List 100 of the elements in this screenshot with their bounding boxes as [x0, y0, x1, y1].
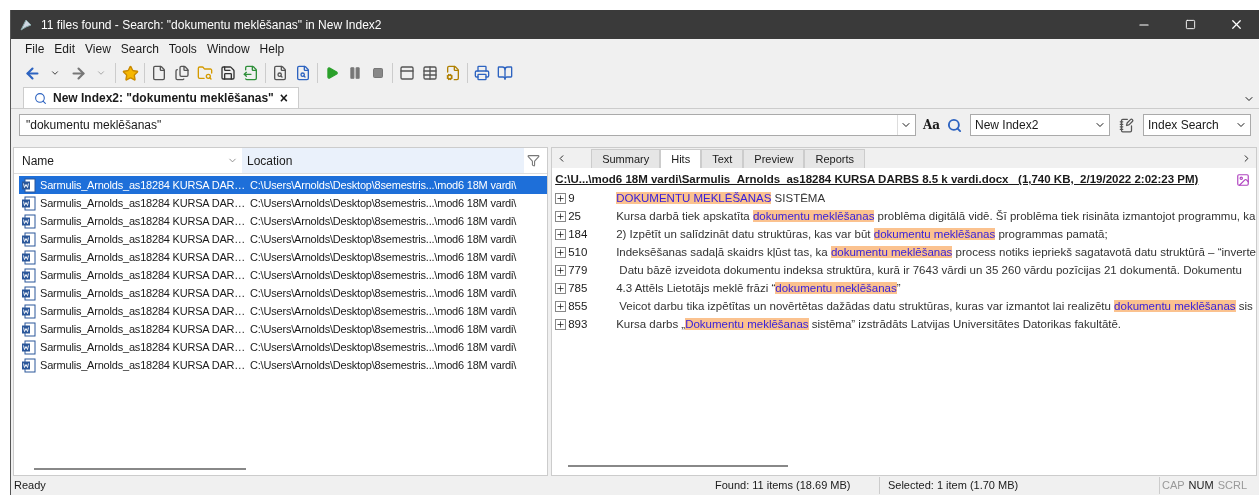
document-search-icon[interactable]	[272, 65, 288, 81]
expand-icon[interactable]	[555, 282, 567, 294]
table-cell-text: C:\Users\Arnolds\Desktop\8semestris...\mod6 18M vardi\	[250, 285, 517, 301]
hit-text: Indeksēšanas sadaļā skaidrs kļūst tas, ka dokumentu meklēšanas process notiks iepriekš sagatavotā datu struktūrā – “inverte	[616, 244, 1256, 260]
result-row[interactable]: Sarmulis_Arnolds_as18284 KURSA DAR… C:\Users\Arnolds\Desktop\8semestris...\mod6 18M vardi\	[19, 320, 548, 338]
result-row[interactable]: Sarmulis_Arnolds_as18284 KURSA DAR… C:\Users\Arnolds\Desktop\8semestris...\mod6 18M vardi\	[19, 266, 548, 284]
document-icon	[21, 357, 36, 373]
line-number: 785	[567, 280, 589, 296]
star-icon[interactable]	[121, 64, 139, 82]
play-icon[interactable]	[325, 66, 339, 80]
viewer-tab[interactable]: Hits	[660, 149, 702, 168]
expand-icon[interactable]	[555, 192, 567, 204]
forward-arrow-icon[interactable]	[69, 64, 87, 82]
line-number: 9	[567, 190, 576, 206]
document-icon	[21, 339, 36, 355]
line-number: 779	[567, 262, 589, 278]
maximize-icon[interactable]	[1184, 19, 1196, 30]
hit-text: 2) Izpētīt un salīdzināt datu struktūras, kas var būt dokumentu meklēšanas programmas pamatā;	[616, 226, 1108, 242]
table-cell-text: Sarmulis_Arnolds_as18284 KURSA DAR…	[40, 267, 246, 283]
result-row[interactable]: Sarmulis_Arnolds_as18284 KURSA DAR… C:\Users\Arnolds\Desktop\8semestris...\mod6 18M vardi\	[19, 194, 548, 212]
expand-icon[interactable]	[555, 228, 567, 240]
table-cell-text: Sarmulis_Arnolds_as18284 KURSA DAR…	[40, 357, 246, 373]
expand-icon[interactable]	[555, 318, 567, 330]
edit-icon[interactable]	[1119, 117, 1134, 133]
key-indicator: NUM	[1187, 478, 1215, 494]
menu-item[interactable]: File	[21, 40, 49, 58]
table-cell-text: Sarmulis_Arnolds_as18284 KURSA DAR…	[40, 249, 246, 265]
column-header[interactable]: Location	[242, 148, 524, 173]
printer-icon[interactable]	[474, 65, 490, 81]
new-document-icon[interactable]	[151, 65, 167, 81]
caret-icon[interactable]	[50, 68, 60, 78]
line-number: 184	[567, 226, 589, 242]
line-number: 510	[567, 244, 589, 260]
hit-text: Veicot darbu tika izpētītas un novērtētas dažādas datu struktūras, kuras var izmantot lai realizētu dokumentu meklēšanas sis	[618, 298, 1253, 314]
close-tab-button[interactable]: ×	[279, 91, 288, 105]
table-cell-text: C:\Users\Arnolds\Desktop\8semestris...\mod6 18M vardi\	[250, 357, 517, 373]
menu-item[interactable]: Edit	[50, 40, 80, 58]
scrollbar[interactable]	[568, 465, 789, 467]
result-row[interactable]: Sarmulis_Arnolds_as18284 KURSA DAR… C:\Users\Arnolds\Desktop\8semestris...\mod6 18M vardi\	[19, 212, 548, 230]
key-indicator: SCRL	[1216, 478, 1248, 494]
hit-text: Kursa darbā tiek apskatīta dokumentu meklēšanas problēma digitālā vidē. Šī problēma tiek risināta izmantojot programmu, ka	[616, 208, 1256, 224]
search-icon	[34, 91, 47, 105]
result-row[interactable]: Sarmulis_Arnolds_as18284 KURSA DAR… C:\Users\Arnolds\Desktop\8semestris...\mod6 18M vardi\	[19, 230, 548, 248]
status-text: Ready	[13, 478, 47, 494]
table-cell-text: C:\Users\Arnolds\Desktop\8semestris...\mod6 18M vardi\	[250, 249, 517, 265]
table-cell-text: Sarmulis_Arnolds_as18284 KURSA DAR…	[40, 177, 246, 193]
back-arrow-icon[interactable]	[23, 64, 41, 82]
window-icon[interactable]	[399, 65, 415, 81]
expand-icon[interactable]	[555, 300, 567, 312]
result-row[interactable]: Sarmulis_Arnolds_as18284 KURSA DAR… C:\Users\Arnolds\Desktop\8semestris...\mod6 18M vardi\	[19, 338, 548, 356]
result-row[interactable]: Sarmulis_Arnolds_as18284 KURSA DAR… C:\Users\Arnolds\Desktop\8semestris...\mod6 18M vardi\	[19, 176, 548, 194]
document-icon	[21, 303, 36, 319]
filter-icon[interactable]	[527, 154, 540, 167]
document-icon	[21, 285, 36, 301]
menu-item[interactable]: View	[81, 40, 115, 58]
expand-icon[interactable]	[555, 264, 567, 276]
table-cell-text: Sarmulis_Arnolds_as18284 KURSA DAR…	[40, 303, 246, 319]
app-icon	[19, 17, 33, 32]
stop-icon[interactable]	[372, 67, 384, 79]
result-row[interactable]: Sarmulis_Arnolds_as18284 KURSA DAR… C:\Users\Arnolds\Desktop\8semestris...\mod6 18M vardi\	[19, 284, 548, 302]
result-row[interactable]: Sarmulis_Arnolds_as18284 KURSA DAR… C:\Users\Arnolds\Desktop\8semestris...\mod6 18M vardi\	[19, 356, 548, 374]
document-icon	[21, 195, 36, 211]
result-row[interactable]: Sarmulis_Arnolds_as18284 KURSA DAR… C:\Users\Arnolds\Desktop\8semestris...\mod6 18M vardi\	[19, 248, 548, 266]
menu-item[interactable]: Window	[202, 40, 254, 58]
search-mode-dropdown[interactable]: Index Search	[1143, 114, 1251, 136]
table-cell-text: C:\Users\Arnolds\Desktop\8semestris...\mod6 18M vardi\	[250, 231, 517, 247]
viewer-tab[interactable]: Preview	[743, 149, 805, 168]
document-icon	[21, 231, 36, 247]
document-search-icon[interactable]	[295, 65, 311, 81]
menu-item[interactable]: Search	[116, 40, 163, 58]
status-text: Selected: 1 item (1.70 MB)	[879, 477, 1160, 494]
menu-item[interactable]: Help	[255, 40, 289, 58]
save-icon[interactable]	[220, 65, 236, 81]
export-icon[interactable]	[243, 65, 259, 81]
file-header: C:\U...\mod6 18M vardi\Sarmulis_Arnolds_as18284 KURSA DARBS 8.5 k vardi.docx (1,740 KB, 2/19/2022 2:02:23 PM)	[555, 172, 1199, 187]
tab-label: New Index2: "dokumentu meklēšanas"	[53, 90, 274, 107]
search-icon[interactable]	[947, 117, 962, 133]
hit-text: Kursa darbs „Dokumentu meklēšanas sistēma” izstrādāts Latvijas Universitātes Datorikas fakultātē.	[616, 316, 1122, 332]
line-number: 893	[567, 316, 589, 332]
hit-text: Datu bāzē izveidota dokumentu indeksa struktūra, kurā ir 7643 vārdi un 35 260 vārdu pozīcijas 21 dokumentā. Dokumentu	[618, 262, 1242, 278]
viewer-tab[interactable]: Reports	[804, 149, 865, 168]
document-settings-icon[interactable]	[445, 65, 461, 81]
expand-icon[interactable]	[555, 210, 567, 222]
index-dropdown[interactable]: New Index2	[970, 114, 1110, 136]
result-row[interactable]: Sarmulis_Arnolds_as18284 KURSA DAR… C:\Users\Arnolds\Desktop\8semestris...\mod6 18M vardi\	[19, 302, 548, 320]
table-icon[interactable]	[422, 65, 438, 81]
documents-icon[interactable]	[174, 65, 190, 81]
expand-icon[interactable]	[555, 246, 567, 258]
document-tab[interactable]: New Index2: "dokumentu meklēšanas" ×	[23, 87, 299, 108]
column-header[interactable]: Name	[14, 148, 242, 173]
scrollbar[interactable]	[34, 468, 246, 470]
match-case-button[interactable]: Aa	[919, 116, 943, 134]
viewer-tab[interactable]: Text	[701, 149, 744, 168]
help-book-icon[interactable]	[497, 65, 513, 81]
viewer-tab[interactable]: Summary	[591, 149, 661, 168]
menu-item[interactable]: Tools	[164, 40, 201, 58]
table-cell-text: C:\Users\Arnolds\Desktop\8semestris...\mod6 18M vardi\	[250, 267, 517, 283]
search-field[interactable]: "dokumentu meklēšanas"	[19, 114, 916, 136]
image-icon[interactable]	[1236, 172, 1250, 187]
pause-icon[interactable]	[348, 66, 362, 80]
